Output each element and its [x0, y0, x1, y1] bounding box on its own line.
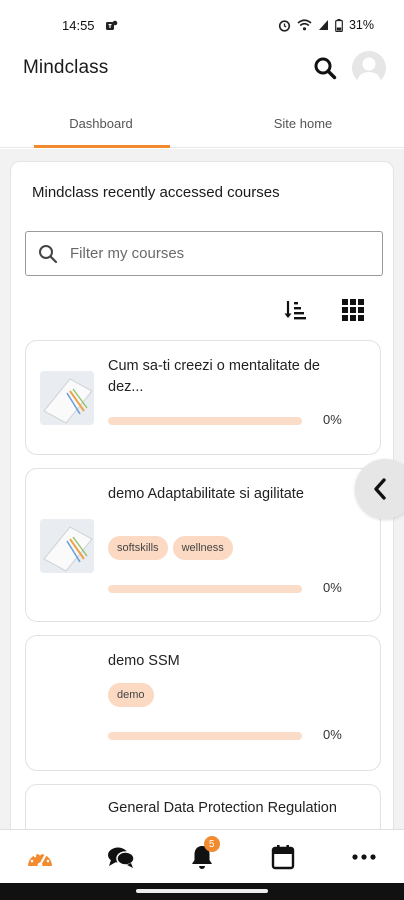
chevron-left-icon	[374, 478, 386, 500]
course-card[interactable]: demo SSM demo 0%	[25, 635, 381, 771]
battery-percent: 31%	[348, 18, 374, 32]
sort-button[interactable]	[281, 296, 309, 324]
battery-icon	[335, 18, 343, 32]
course-tag[interactable]: wellness	[172, 536, 233, 560]
teams-notification-icon	[105, 20, 117, 30]
tab-bar: Dashboard Site home	[0, 100, 404, 148]
gesture-handle[interactable]	[136, 889, 268, 893]
bottom-nav: 5	[0, 829, 404, 883]
nav-calendar[interactable]	[242, 830, 323, 883]
course-tag[interactable]: softskills	[108, 536, 168, 560]
tab-dashboard[interactable]: Dashboard	[0, 100, 202, 148]
user-avatar-icon	[357, 57, 381, 85]
course-card[interactable]: General Data Protection Regulation	[25, 784, 381, 829]
messages-icon	[108, 847, 135, 868]
course-name[interactable]: Cum sa-ti creezi o mentalitate de dez...	[108, 356, 338, 398]
course-tags: softskills wellness	[108, 536, 233, 560]
main-content[interactable]: Mindclass recently accessed courses Cum …	[0, 149, 404, 829]
sort-icon	[284, 301, 306, 320]
course-card[interactable]: Cum sa-ti creezi o mentalitate de dez...…	[25, 340, 381, 455]
app-title: Mindclass	[23, 57, 109, 78]
filter-courses-field[interactable]	[25, 231, 383, 276]
course-progress-text: 0%	[323, 727, 342, 742]
grid-view-icon	[342, 299, 364, 321]
nav-more[interactable]	[323, 830, 404, 883]
system-gesture-bar	[0, 883, 404, 900]
course-progress-text: 0%	[323, 412, 342, 427]
alarm-icon	[278, 19, 291, 32]
nav-notifications[interactable]: 5	[162, 830, 243, 883]
dashboard-gauge-icon	[28, 852, 53, 867]
course-progress-bar	[108, 585, 302, 593]
notification-count-badge: 5	[203, 836, 220, 852]
grid-view-button[interactable]	[339, 296, 367, 324]
calendar-icon	[271, 844, 294, 869]
more-icon	[351, 853, 376, 860]
status-time: 14:55	[62, 17, 95, 33]
search-icon	[39, 244, 58, 263]
search-button[interactable]	[310, 53, 340, 83]
block-title: Mindclass recently accessed courses	[32, 184, 280, 201]
course-tags: demo	[108, 683, 154, 707]
status-bar: 14:55 31%	[0, 0, 404, 50]
course-progress-bar	[108, 417, 302, 425]
nav-dashboard[interactable]	[0, 830, 81, 883]
user-avatar[interactable]	[352, 51, 386, 85]
course-progress-bar	[108, 732, 302, 740]
recent-courses-block: Mindclass recently accessed courses Cum …	[10, 161, 394, 829]
tab-site-home[interactable]: Site home	[202, 100, 404, 147]
course-name[interactable]: demo SSM	[108, 651, 338, 672]
course-card[interactable]: demo Adaptabilitate si agilitate softski…	[25, 468, 381, 622]
search-icon	[314, 57, 337, 80]
app-header: Mindclass	[0, 48, 404, 88]
course-name[interactable]: General Data Protection Regulation	[108, 798, 338, 819]
filter-courses-input[interactable]	[70, 245, 350, 262]
course-image	[40, 371, 94, 425]
course-name[interactable]: demo Adaptabilitate si agilitate	[108, 484, 338, 505]
signal-icon	[318, 20, 328, 30]
course-tag[interactable]: demo	[108, 683, 154, 707]
course-image	[40, 519, 94, 573]
nav-messages[interactable]	[81, 830, 162, 883]
wifi-icon	[297, 19, 312, 31]
course-progress-text: 0%	[323, 580, 342, 595]
